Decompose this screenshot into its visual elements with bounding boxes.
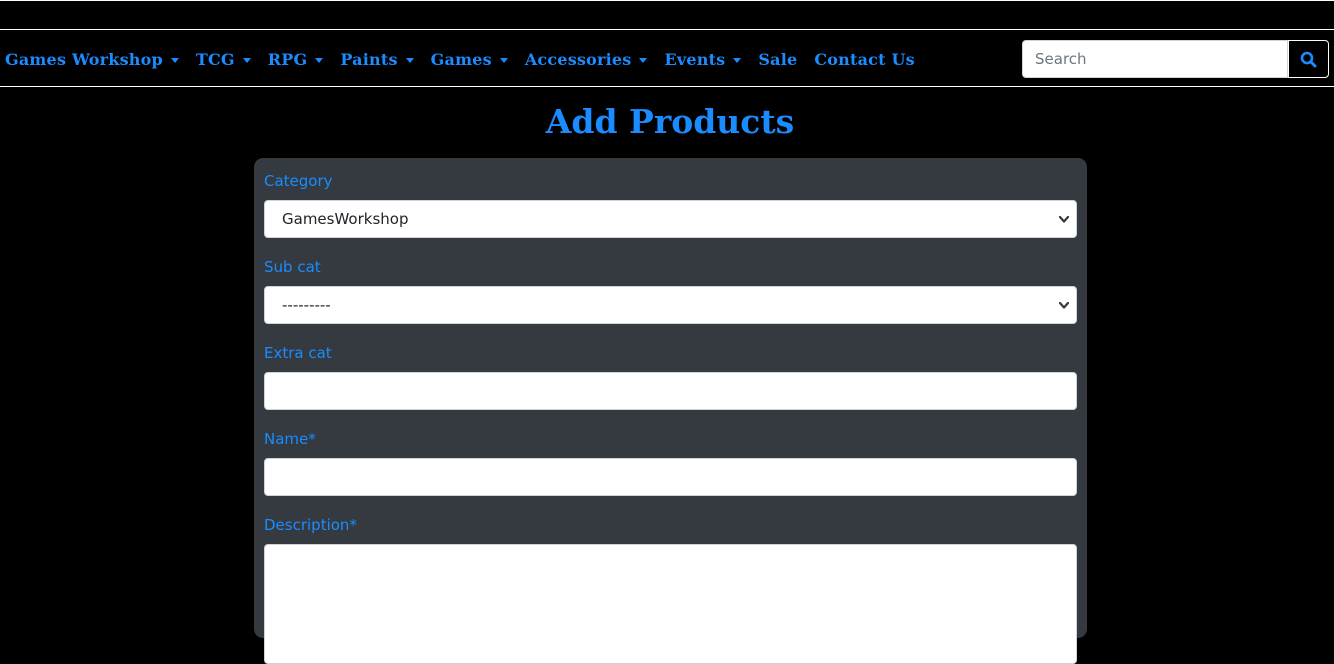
caret-down-icon (242, 57, 251, 63)
nav-menu: Games Workshop TCG RPG Paints Games Acce… (5, 31, 932, 87)
extra-cat-input[interactable] (264, 372, 1077, 410)
nav-item-label: Accessories (524, 49, 632, 69)
nav-item-label: Sale (758, 49, 798, 69)
name-input[interactable] (264, 458, 1077, 496)
nav-item-accessories[interactable]: Accessories (525, 50, 648, 69)
category-selected-value: GamesWorkshop (282, 210, 409, 228)
nav-item-label: Games (430, 49, 492, 69)
nav-item-label: Paints (340, 49, 398, 69)
sub-cat-select[interactable]: --------- (264, 286, 1077, 324)
category-label: Category (264, 172, 333, 190)
main-navbar: Games Workshop TCG RPG Paints Games Acce… (0, 31, 1334, 87)
description-label: Description* (264, 516, 357, 534)
caret-down-icon (170, 57, 179, 63)
page-title: Add Products (545, 102, 795, 141)
search-button[interactable] (1288, 40, 1329, 78)
nav-item-label: Contact Us (814, 49, 915, 69)
nav-item-sale[interactable]: Sale (758, 50, 797, 69)
sub-cat-label: Sub cat (264, 258, 321, 276)
nav-item-contact-us[interactable]: Contact Us (814, 50, 914, 69)
caret-down-icon (639, 57, 648, 63)
caret-down-icon (499, 57, 508, 63)
chevron-down-icon (1058, 301, 1070, 309)
add-product-form: Category GamesWorkshop Sub cat ---------… (254, 158, 1087, 664)
nav-item-label: RPG (267, 49, 308, 69)
nav-item-games-workshop[interactable]: Games Workshop (5, 50, 179, 69)
category-select[interactable]: GamesWorkshop (264, 200, 1077, 238)
chevron-down-icon (1058, 215, 1070, 223)
nav-item-label: Events (664, 49, 726, 69)
search-icon (1300, 51, 1317, 67)
caret-down-icon (733, 57, 742, 63)
nav-item-games[interactable]: Games (431, 50, 508, 69)
top-bar (0, 0, 1334, 30)
nav-item-rpg[interactable]: RPG (268, 50, 324, 69)
nav-item-events[interactable]: Events (664, 49, 742, 69)
search-form (1022, 40, 1329, 78)
description-textarea[interactable] (264, 544, 1077, 664)
extra-cat-label: Extra cat (264, 344, 332, 362)
name-label: Name* (264, 430, 316, 448)
nav-item-label: Games Workshop (5, 49, 163, 69)
nav-item-paints[interactable]: Paints (340, 49, 414, 69)
sub-cat-selected-value: --------- (282, 296, 331, 314)
nav-item-label: TCG (195, 49, 235, 69)
nav-item-tcg[interactable]: TCG (196, 50, 251, 69)
caret-down-icon (315, 57, 324, 63)
search-input[interactable] (1022, 40, 1288, 78)
caret-down-icon (405, 57, 414, 63)
